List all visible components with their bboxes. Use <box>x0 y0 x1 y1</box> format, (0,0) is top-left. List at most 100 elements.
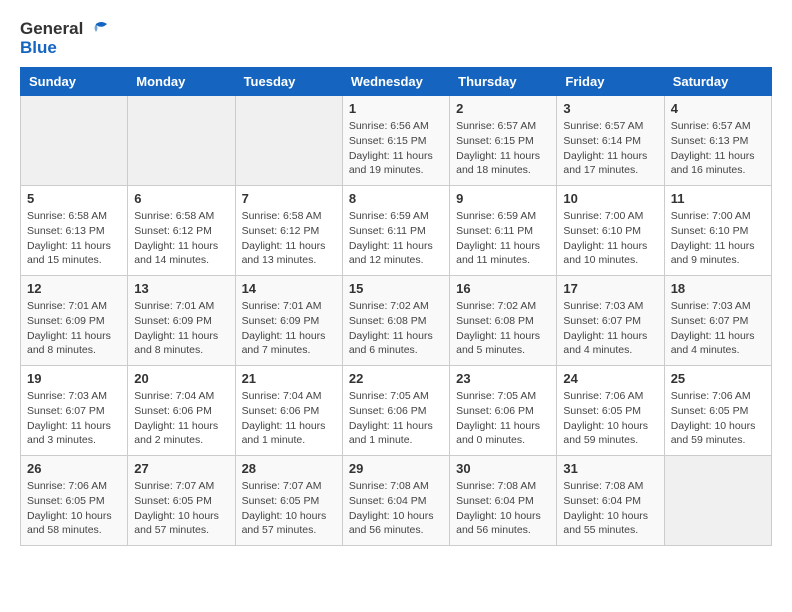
calendar-cell: 24 Sunrise: 7:06 AM Sunset: 6:05 PM Dayli… <box>557 366 664 456</box>
day-number: 23 <box>456 371 550 386</box>
day-number: 7 <box>242 191 336 206</box>
day-number: 22 <box>349 371 443 386</box>
day-number: 8 <box>349 191 443 206</box>
logo-container: General Blue <box>20 20 107 57</box>
calendar-cell: 8Sunrise: 6:59 AM Sunset: 6:11 PM Daylig… <box>342 186 449 276</box>
day-info: Sunrise: 7:02 AM Sunset: 6:08 PM Dayligh… <box>456 299 550 358</box>
day-info: Sunrise: 7:03 AM Sunset: 6:07 PM Dayligh… <box>671 299 765 358</box>
day-number: 10 <box>563 191 657 206</box>
day-info: Sunrise: 7:05 AM Sunset: 6:06 PM Dayligh… <box>349 389 443 448</box>
day-of-week-header: Friday <box>557 68 664 96</box>
day-number: 3 <box>563 101 657 116</box>
calendar-cell: 26Sunrise: 7:06 AM Sunset: 6:05 PM Dayli… <box>21 456 128 546</box>
logo-blue-text: Blue <box>20 39 57 58</box>
day-number: 26 <box>27 461 121 476</box>
day-info: Sunrise: 7:04 AM Sunset: 6:06 PM Dayligh… <box>242 389 336 448</box>
logo: General Blue <box>20 20 107 57</box>
day-of-week-header: Saturday <box>664 68 771 96</box>
day-info: Sunrise: 7:00 AM Sunset: 6:10 PM Dayligh… <box>671 209 765 268</box>
calendar-cell: 15 Sunrise: 7:02 AM Sunset: 6:08 PM Dayli… <box>342 276 449 366</box>
calendar-cell <box>664 456 771 546</box>
calendar-cell: 22 Sunrise: 7:05 AM Sunset: 6:06 PM Dayli… <box>342 366 449 456</box>
calendar-cell: 7 Sunrise: 6:58 AM Sunset: 6:12 PM Daylig… <box>235 186 342 276</box>
calendar-cell: 6 Sunrise: 6:58 AM Sunset: 6:12 PM Daylig… <box>128 186 235 276</box>
day-of-week-header: Sunday <box>21 68 128 96</box>
day-number: 5 <box>27 191 121 206</box>
day-info: Sunrise: 7:07 AM Sunset: 6:05 PM Dayligh… <box>242 479 336 538</box>
calendar-cell <box>21 96 128 186</box>
day-number: 18 <box>671 281 765 296</box>
day-info: Sunrise: 6:56 AM Sunset: 6:15 PM Dayligh… <box>349 119 443 178</box>
day-info: Sunrise: 6:58 AM Sunset: 6:12 PM Dayligh… <box>242 209 336 268</box>
day-number: 31 <box>563 461 657 476</box>
day-number: 16 <box>456 281 550 296</box>
day-number: 12 <box>27 281 121 296</box>
day-of-week-header: Wednesday <box>342 68 449 96</box>
day-number: 13 <box>134 281 228 296</box>
calendar-cell: 10 Sunrise: 7:00 AM Sunset: 6:10 PM Dayli… <box>557 186 664 276</box>
calendar-cell: 4 Sunrise: 6:57 AM Sunset: 6:13 PM Daylig… <box>664 96 771 186</box>
calendar-cell: 28 Sunrise: 7:07 AM Sunset: 6:05 PM Dayli… <box>235 456 342 546</box>
day-number: 25 <box>671 371 765 386</box>
calendar-week-row: 5Sunrise: 6:58 AM Sunset: 6:13 PM Daylig… <box>21 186 772 276</box>
day-info: Sunrise: 7:06 AM Sunset: 6:05 PM Dayligh… <box>563 389 657 448</box>
day-info: Sunrise: 7:01 AM Sunset: 6:09 PM Dayligh… <box>134 299 228 358</box>
day-number: 15 <box>349 281 443 296</box>
days-of-week-row: SundayMondayTuesdayWednesdayThursdayFrid… <box>21 68 772 96</box>
day-info: Sunrise: 7:06 AM Sunset: 6:05 PM Dayligh… <box>671 389 765 448</box>
calendar-cell: 11Sunrise: 7:00 AM Sunset: 6:10 PM Dayli… <box>664 186 771 276</box>
calendar-body: 1 Sunrise: 6:56 AM Sunset: 6:15 PM Daylig… <box>21 96 772 546</box>
day-info: Sunrise: 7:08 AM Sunset: 6:04 PM Dayligh… <box>456 479 550 538</box>
day-info: Sunrise: 7:03 AM Sunset: 6:07 PM Dayligh… <box>563 299 657 358</box>
day-info: Sunrise: 6:57 AM Sunset: 6:13 PM Dayligh… <box>671 119 765 178</box>
calendar-cell <box>235 96 342 186</box>
calendar-cell: 27Sunrise: 7:07 AM Sunset: 6:05 PM Dayli… <box>128 456 235 546</box>
day-info: Sunrise: 7:03 AM Sunset: 6:07 PM Dayligh… <box>27 389 121 448</box>
day-number: 21 <box>242 371 336 386</box>
calendar-cell: 19Sunrise: 7:03 AM Sunset: 6:07 PM Dayli… <box>21 366 128 456</box>
day-info: Sunrise: 6:57 AM Sunset: 6:14 PM Dayligh… <box>563 119 657 178</box>
day-info: Sunrise: 6:57 AM Sunset: 6:15 PM Dayligh… <box>456 119 550 178</box>
day-number: 4 <box>671 101 765 116</box>
day-info: Sunrise: 7:04 AM Sunset: 6:06 PM Dayligh… <box>134 389 228 448</box>
day-number: 27 <box>134 461 228 476</box>
day-info: Sunrise: 7:00 AM Sunset: 6:10 PM Dayligh… <box>563 209 657 268</box>
day-info: Sunrise: 7:02 AM Sunset: 6:08 PM Dayligh… <box>349 299 443 358</box>
calendar-header: SundayMondayTuesdayWednesdayThursdayFrid… <box>21 68 772 96</box>
day-info: Sunrise: 6:58 AM Sunset: 6:12 PM Dayligh… <box>134 209 228 268</box>
day-number: 1 <box>349 101 443 116</box>
day-number: 30 <box>456 461 550 476</box>
calendar-cell: 13 Sunrise: 7:01 AM Sunset: 6:09 PM Dayli… <box>128 276 235 366</box>
calendar-cell: 30 Sunrise: 7:08 AM Sunset: 6:04 PM Dayli… <box>450 456 557 546</box>
calendar-cell: 18 Sunrise: 7:03 AM Sunset: 6:07 PM Dayli… <box>664 276 771 366</box>
logo-bird-icon <box>85 20 107 38</box>
day-number: 14 <box>242 281 336 296</box>
calendar-table: SundayMondayTuesdayWednesdayThursdayFrid… <box>20 67 772 546</box>
calendar-cell: 16 Sunrise: 7:02 AM Sunset: 6:08 PM Dayli… <box>450 276 557 366</box>
day-info: Sunrise: 7:01 AM Sunset: 6:09 PM Dayligh… <box>242 299 336 358</box>
day-number: 28 <box>242 461 336 476</box>
page-header: General Blue <box>20 20 772 57</box>
calendar-cell: 2 Sunrise: 6:57 AM Sunset: 6:15 PM Daylig… <box>450 96 557 186</box>
day-number: 24 <box>563 371 657 386</box>
day-number: 2 <box>456 101 550 116</box>
day-info: Sunrise: 7:05 AM Sunset: 6:06 PM Dayligh… <box>456 389 550 448</box>
day-info: Sunrise: 7:08 AM Sunset: 6:04 PM Dayligh… <box>349 479 443 538</box>
calendar-week-row: 19Sunrise: 7:03 AM Sunset: 6:07 PM Dayli… <box>21 366 772 456</box>
day-of-week-header: Monday <box>128 68 235 96</box>
day-number: 6 <box>134 191 228 206</box>
day-info: Sunrise: 7:08 AM Sunset: 6:04 PM Dayligh… <box>563 479 657 538</box>
day-of-week-header: Thursday <box>450 68 557 96</box>
calendar-cell: 29Sunrise: 7:08 AM Sunset: 6:04 PM Dayli… <box>342 456 449 546</box>
calendar-cell: 31 Sunrise: 7:08 AM Sunset: 6:04 PM Dayli… <box>557 456 664 546</box>
calendar-week-row: 1 Sunrise: 6:56 AM Sunset: 6:15 PM Daylig… <box>21 96 772 186</box>
calendar-cell: 1 Sunrise: 6:56 AM Sunset: 6:15 PM Daylig… <box>342 96 449 186</box>
calendar-cell <box>128 96 235 186</box>
calendar-cell: 5Sunrise: 6:58 AM Sunset: 6:13 PM Daylig… <box>21 186 128 276</box>
calendar-cell: 20Sunrise: 7:04 AM Sunset: 6:06 PM Dayli… <box>128 366 235 456</box>
calendar-cell: 14 Sunrise: 7:01 AM Sunset: 6:09 PM Dayli… <box>235 276 342 366</box>
calendar-week-row: 12 Sunrise: 7:01 AM Sunset: 6:09 PM Dayli… <box>21 276 772 366</box>
calendar-cell: 9Sunrise: 6:59 AM Sunset: 6:11 PM Daylig… <box>450 186 557 276</box>
calendar-cell: 25 Sunrise: 7:06 AM Sunset: 6:05 PM Dayli… <box>664 366 771 456</box>
calendar-cell: 23 Sunrise: 7:05 AM Sunset: 6:06 PM Dayli… <box>450 366 557 456</box>
